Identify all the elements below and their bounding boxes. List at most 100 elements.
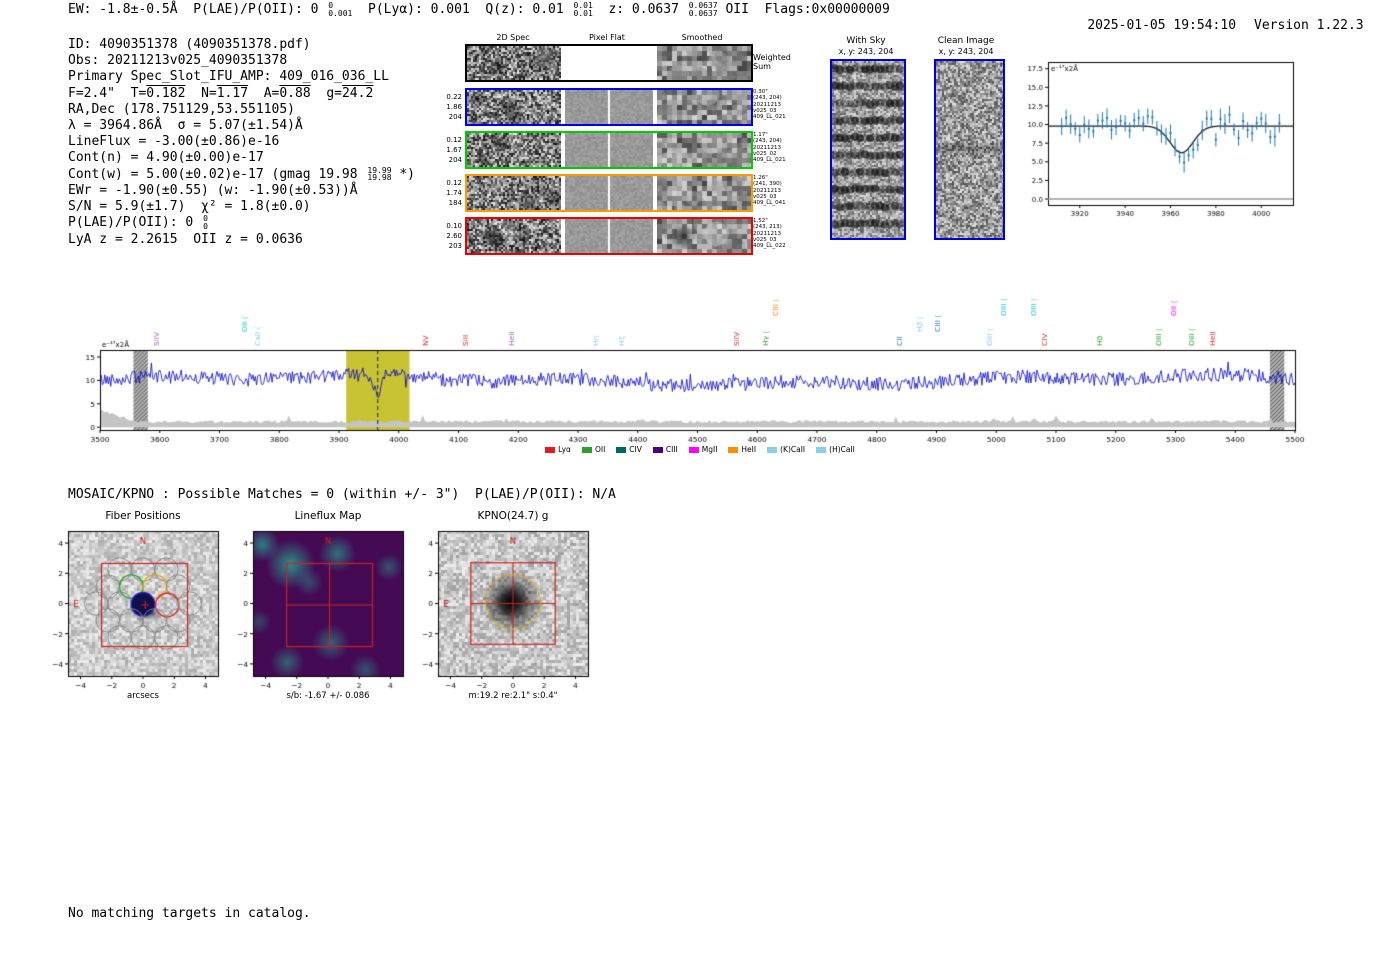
info-line: S/N = 5.9(±1.7) χ² = 1.8(±0.0): [68, 199, 415, 215]
withsky-title: With Sky: [846, 36, 886, 46]
report-timestamp: 2025-01-05 19:54:10: [1087, 18, 1237, 34]
spec2d-strip-2dspec: [467, 133, 561, 167]
lineflux-map-title: Lineflux Map: [294, 510, 362, 522]
stat-value: 0.12: [446, 136, 462, 144]
legend-label: (H)CaII: [829, 445, 855, 454]
mosaic-match-line: MOSAIC/KPNO : Possible Matches = 0 (with…: [68, 487, 616, 502]
stat-value: 204: [448, 113, 462, 121]
text-segment: EWr = -1.90(±0.55) (w: -1.90(±0.53))Å: [68, 182, 358, 198]
text-segment: 0.182: [146, 85, 186, 101]
annotation-line: 20211213: [753, 101, 781, 108]
spec2d-row-fiber-2: [465, 131, 753, 169]
lineflux-map-cutout: [228, 523, 423, 693]
text-segment: Primary Spec_Slot_IFU_AMP: 409_016_036_L…: [68, 69, 389, 85]
info-line: ID: 4090351378 (4090351378.pdf): [68, 37, 415, 53]
info-line: P(LAE)/P(OII): 0 00: [68, 215, 415, 231]
spec2d-strip-smoothed: [657, 133, 751, 167]
legend-swatch: [816, 446, 827, 453]
legend-item: CIV: [616, 445, 642, 454]
spec2d-strip-2dspec: [467, 46, 561, 80]
spec2d-strip-pixelflat: [565, 133, 653, 167]
text-segment: z: 0.0637: [592, 2, 687, 18]
legend-swatch: [652, 446, 663, 453]
spec2d-strip-pixelflat: [565, 176, 653, 210]
withsky-ifu-image: [830, 59, 906, 240]
text-segment: *): [391, 166, 415, 182]
info-line: F=2.4" T=0.182 N=1.17 A=0.88 g=24.2: [68, 86, 415, 102]
legend-item: OII: [581, 445, 605, 454]
legend-item: (K)CaII: [767, 445, 805, 454]
clean-title: Clean Image: [937, 36, 995, 46]
text-segment: g=: [310, 85, 342, 101]
legend-item: CIII: [652, 445, 678, 454]
spec2d-strip-smoothed: [657, 176, 751, 210]
spec2d-row-stats: 0.12 1.67 204: [436, 135, 462, 165]
kpno-title: KPNO(24.7) g: [477, 510, 549, 522]
info-line: Cont(n) = 4.90(±0.00)e-17: [68, 150, 415, 166]
legend-label: CIII: [665, 445, 678, 454]
lineflux-map-xlabel: s/b: -1.67 +/- 0.086: [286, 691, 370, 701]
legend-item: HeII: [728, 445, 756, 454]
spec2d-strip-2dspec: [467, 90, 561, 124]
info-line: Primary Spec_Slot_IFU_AMP: 409_016_036_L…: [68, 69, 415, 85]
spec2d-row-annotation: 1.17" (243, 204) 20211213 v025_02 409_LL_021: [753, 132, 786, 163]
full-spectrum-chart: [60, 278, 1320, 463]
clean-ifu-image: [934, 59, 1005, 240]
stat-value: 0.12: [446, 179, 462, 187]
legend-swatch: [767, 446, 778, 453]
spec2d-row-stats: 0.22 1.86 204: [436, 92, 462, 122]
legend-item: (H)CaII: [816, 445, 855, 454]
spec2d-strip-2dspec: [467, 219, 561, 253]
spec2d-strip-smoothed: [657, 46, 751, 80]
spec2d-row-fiber-1: [465, 88, 753, 126]
annotation-line: Weighted: [753, 53, 791, 62]
text-segment: Cont(w) = 5.00(±0.02)e-17 (gmag 19.98: [68, 166, 366, 182]
elixer-report-page: EW: -1.8±-0.5Å P(LAE)/P(OII): 0 0 0.001 P…: [0, 0, 1400, 953]
spec2d-strip-smoothed: [657, 90, 751, 124]
clean-coords: x, y: 243, 204: [938, 47, 994, 56]
line-fit-inset-chart: [1008, 50, 1308, 225]
text-segment: OII Flags:0x00000009: [717, 2, 890, 18]
legend-label: HeII: [741, 445, 757, 454]
spec2d-row-annotation: 1.26" (241, 390) 20211213 v025_03 409_LL_041: [753, 175, 786, 206]
text-segment: 0.88: [279, 85, 311, 101]
annotation-line: 409_LL_041: [753, 200, 786, 207]
text-segment: RA,Dec (178.751129,53.551105): [68, 101, 295, 117]
annotation-line: 20211213: [753, 187, 781, 194]
legend-swatch: [616, 446, 627, 453]
legend-swatch: [545, 446, 556, 453]
spec2d-strip-pixelflat: [565, 90, 653, 124]
info-line: λ = 3964.86Å σ = 5.07(±1.54)Å: [68, 118, 415, 134]
spec2d-row-fiber-4: [465, 217, 753, 255]
text-segment: 1.17: [216, 85, 249, 101]
stat-value: 2.60: [446, 232, 462, 240]
text-segment: EW: -1.8±-0.5Å P(LAE)/P(OII): 0: [68, 2, 327, 18]
fiber-positions-title: Fiber Positions: [105, 510, 181, 522]
stat-value: 203: [448, 242, 462, 250]
fiber-positions-xlabel: arcsecs: [127, 691, 159, 701]
legend-label: CIV: [629, 445, 642, 454]
emission-line-legend: Lyα OII CIV CIII MgII HeII (K)CaII (H)CaII: [420, 445, 980, 454]
stat-value: 1.67: [446, 146, 462, 154]
sup-sub-value: 00: [203, 214, 208, 231]
info-line: Obs: 20211213v025_4090351378: [68, 53, 415, 69]
sup-sub-value: 19.99 19.98: [367, 165, 392, 183]
text-segment: A=: [248, 85, 280, 101]
spec2d-row-annotation: 1.52" (243, 213) 20211213 v025_03 409_LL_022: [753, 218, 786, 249]
sup-sub-value: 0.01 0.01: [573, 1, 593, 18]
text-segment: S/N = 5.9(±1.7) χ² = 1.8(±0.0): [68, 199, 311, 215]
legend-swatch: [688, 446, 699, 453]
legend-label: MgII: [701, 445, 718, 454]
annotation-line: 409_LL_021: [753, 157, 786, 164]
info-line: RA,Dec (178.751129,53.551105): [68, 102, 415, 118]
info-line: LineFlux = -3.00(±0.86)e-16: [68, 134, 415, 150]
legend-item: MgII: [688, 445, 718, 454]
spec2d-row-stats: 0.10 2.60 203: [436, 221, 462, 251]
spec2d-strip-pixelflat: [565, 219, 653, 253]
text-segment: P(LAE)/P(OII): 0: [68, 215, 202, 231]
sup-sub-value: 0.0637 0.0637: [688, 1, 718, 18]
kpno-xlabel: m:19.2 re:2.1" s:0.4": [468, 691, 558, 701]
text-segment: Obs: 20211213v025_4090351378: [68, 53, 288, 69]
col-header-pixelflat: Pixel Flat: [589, 33, 625, 42]
annotation-line: 20211213: [753, 144, 781, 151]
